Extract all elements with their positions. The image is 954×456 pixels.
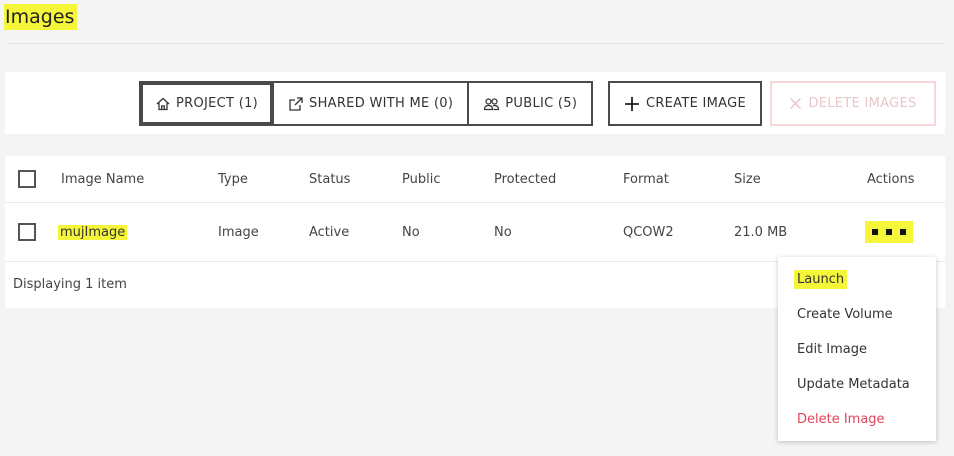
page-title: Images: [4, 4, 78, 30]
home-icon: [156, 97, 170, 110]
menu-item-update-metadata[interactable]: Update Metadata: [778, 367, 936, 402]
image-type-cell: Image: [218, 224, 259, 240]
external-link-icon: [289, 96, 303, 111]
column-header-public[interactable]: Public: [402, 156, 440, 202]
select-all-checkbox[interactable]: [18, 170, 36, 188]
toolbar: PROJECT (1) SHARED WITH ME (0) PUBLIC (5…: [5, 72, 945, 134]
menu-item-label: Delete Image: [797, 412, 885, 427]
column-header-format[interactable]: Format: [623, 156, 669, 202]
users-icon: [484, 97, 500, 110]
filter-group: PROJECT (1) SHARED WITH ME (0) PUBLIC (5…: [139, 81, 594, 126]
image-name-cell: mujImage: [58, 203, 128, 261]
menu-item-label: Launch: [794, 270, 848, 289]
menu-item-label: Update Metadata: [797, 377, 910, 392]
table-footer-count: Displaying 1 item: [13, 277, 127, 292]
column-header-image-name[interactable]: Image Name: [61, 156, 144, 202]
plus-icon: [624, 96, 639, 111]
filter-shared-label: SHARED WITH ME (0): [309, 96, 454, 111]
actions-dropdown-menu: Launch Create Volume Edit Image Update M…: [778, 257, 936, 441]
column-header-type[interactable]: Type: [218, 156, 248, 202]
filter-shared-button[interactable]: SHARED WITH ME (0): [274, 83, 470, 124]
row-checkbox[interactable]: [18, 223, 36, 241]
delete-images-button[interactable]: DELETE IMAGES: [770, 81, 936, 126]
title-divider: [8, 43, 944, 44]
filter-project-label: PROJECT (1): [176, 96, 259, 111]
menu-item-delete-image[interactable]: Delete Image: [778, 402, 936, 437]
image-protected-cell: No: [494, 224, 512, 240]
menu-item-label: Create Volume: [797, 307, 893, 322]
filter-project-button[interactable]: PROJECT (1): [141, 83, 275, 124]
select-all-cell: [18, 156, 36, 202]
row-select-cell: [18, 203, 36, 261]
menu-item-create-volume[interactable]: Create Volume: [778, 297, 936, 332]
image-actions-cell: [865, 203, 913, 261]
image-name-link[interactable]: mujImage: [58, 224, 128, 240]
dot-icon: [872, 229, 878, 235]
menu-item-edit-image[interactable]: Edit Image: [778, 332, 936, 367]
image-format-cell: QCOW2: [623, 224, 674, 240]
create-image-button[interactable]: CREATE IMAGE: [608, 81, 762, 126]
close-icon: [790, 97, 802, 110]
dot-icon: [886, 229, 892, 235]
image-status-cell: Active: [309, 224, 350, 240]
table-header-row: Image Name Type Status Public Protected …: [5, 156, 945, 203]
delete-images-label: DELETE IMAGES: [808, 96, 917, 111]
more-actions-icon[interactable]: [865, 221, 913, 243]
column-header-size[interactable]: Size: [734, 156, 761, 202]
menu-item-launch[interactable]: Launch: [778, 262, 936, 297]
menu-item-label: Edit Image: [797, 342, 868, 357]
column-header-actions: Actions: [867, 171, 915, 187]
image-public-cell: No: [402, 224, 420, 240]
dot-icon: [900, 229, 906, 235]
create-image-label: CREATE IMAGE: [645, 96, 747, 111]
filter-public-button[interactable]: PUBLIC (5): [469, 83, 591, 124]
column-header-protected[interactable]: Protected: [494, 156, 556, 202]
column-header-status[interactable]: Status: [309, 156, 350, 202]
filter-public-label: PUBLIC (5): [505, 96, 578, 111]
image-size-cell: 21.0 MB: [734, 224, 788, 240]
table-row: mujImage Image Active No No QCOW2 21.0 M…: [5, 203, 945, 262]
